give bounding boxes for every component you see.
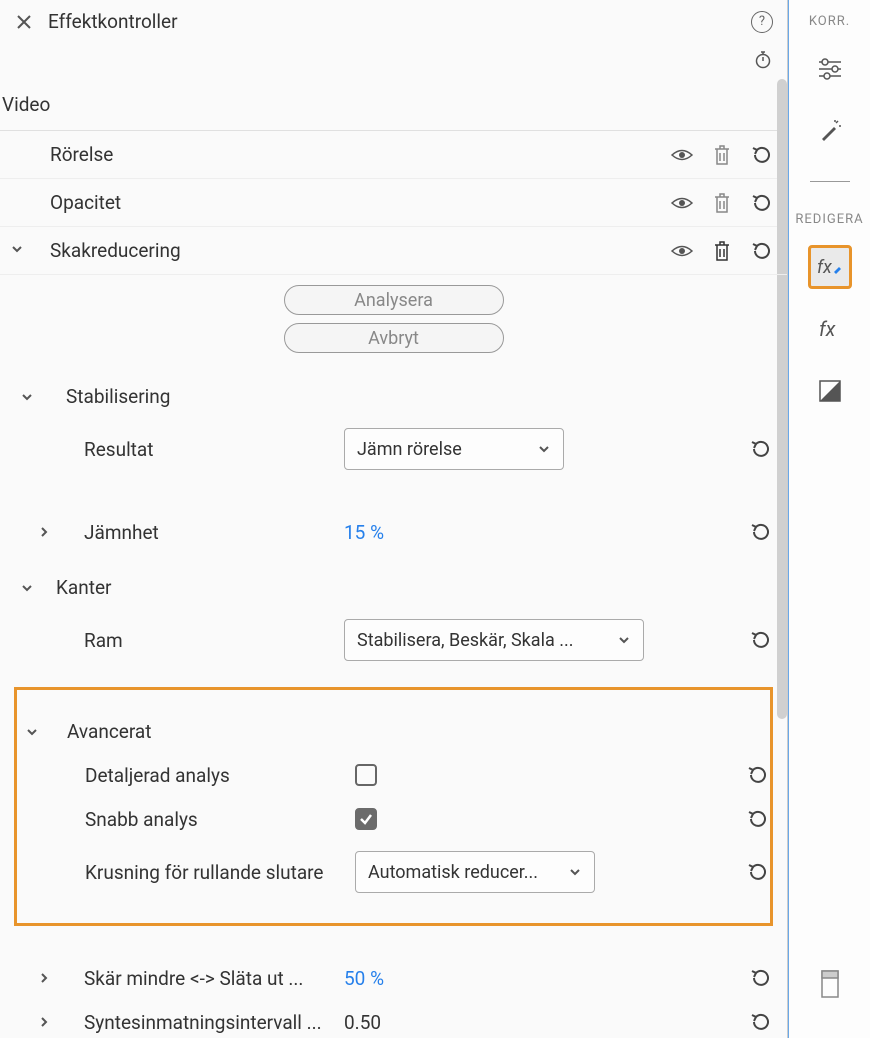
close-panel-button[interactable] xyxy=(14,12,34,32)
svg-text:fx: fx xyxy=(817,257,832,278)
sidebar-category-corrections: KORR. xyxy=(809,14,850,29)
reset-icon[interactable] xyxy=(749,437,773,461)
advanced-label: Avancerat xyxy=(67,720,756,743)
smoothness-label: Jämnhet xyxy=(84,521,344,544)
stopwatch-icon[interactable] xyxy=(753,49,773,69)
result-dropdown[interactable]: Jämn rörelse xyxy=(344,428,564,470)
advanced-highlight: Avancerat Detaljerad analys Snabb analys… xyxy=(14,687,773,926)
chevron-down-icon xyxy=(25,725,43,739)
advanced-group[interactable]: Avancerat xyxy=(17,710,770,753)
synth-label: Syntesinmatningsintervall ... xyxy=(84,1011,344,1034)
video-section-header: Video xyxy=(0,79,787,131)
reset-icon[interactable] xyxy=(746,807,770,831)
reset-icon[interactable] xyxy=(751,144,773,166)
frame-label: Ram xyxy=(84,629,344,652)
visibility-icon[interactable] xyxy=(671,240,693,262)
sliders-tool-icon[interactable] xyxy=(808,47,852,91)
crop-smooth-label: Skär mindre <-> Släta ut ... xyxy=(84,967,344,990)
effect-opacity-label: Opacitet xyxy=(50,191,671,214)
contrast-tool-icon[interactable] xyxy=(808,369,852,413)
svg-text:fx: fx xyxy=(819,317,836,341)
effect-shake-label: Skakreducering xyxy=(50,239,671,262)
reset-icon[interactable] xyxy=(751,192,773,214)
magic-wand-tool-icon[interactable] xyxy=(808,109,852,153)
frame-dropdown[interactable]: Stabilisera, Beskär, Skala ... xyxy=(344,619,644,661)
trash-icon[interactable] xyxy=(711,192,733,214)
fast-analysis-label: Snabb analys xyxy=(85,808,355,831)
chevron-down-icon xyxy=(20,581,38,595)
ripple-dropdown[interactable]: Automatisk reducer... xyxy=(355,851,595,893)
visibility-icon[interactable] xyxy=(671,144,693,166)
sidebar-divider xyxy=(810,181,850,182)
cancel-button[interactable]: Avbryt xyxy=(284,323,504,353)
analyze-button[interactable]: Analysera xyxy=(284,285,504,315)
reset-icon[interactable] xyxy=(749,628,773,652)
chevron-down-icon xyxy=(568,865,582,879)
effect-opacity[interactable]: Opacitet xyxy=(0,179,787,227)
ripple-label: Krusning för rullande slutare xyxy=(85,861,355,884)
stabilization-label: Stabilisering xyxy=(66,385,773,408)
detailed-analysis-checkbox[interactable] xyxy=(355,764,377,786)
effect-motion-label: Rörelse xyxy=(50,143,671,166)
sidebar-category-edit: REDIGERA xyxy=(795,212,863,227)
reset-icon[interactable] xyxy=(749,520,773,544)
chevron-right-icon[interactable] xyxy=(38,526,54,538)
trash-icon[interactable] xyxy=(711,240,733,262)
panel-title: Effektkontroller xyxy=(48,10,751,33)
edges-label: Kanter xyxy=(56,576,773,599)
fx-edit-tool-icon[interactable]: fx xyxy=(808,245,852,289)
help-button[interactable]: ? xyxy=(751,11,773,33)
effect-motion[interactable]: Rörelse xyxy=(0,131,787,179)
fast-analysis-checkbox[interactable] xyxy=(355,808,377,830)
frame-value: Stabilisera, Beskär, Skala ... xyxy=(357,630,573,651)
panel-dock-icon[interactable] xyxy=(808,962,852,1006)
reset-icon[interactable] xyxy=(749,966,773,990)
smoothness-value[interactable]: 15 % xyxy=(344,521,384,544)
synth-value[interactable]: 0.50 xyxy=(344,1011,381,1034)
chevron-right-icon[interactable] xyxy=(38,972,54,984)
stabilization-group[interactable]: Stabilisering xyxy=(0,375,787,418)
reset-icon[interactable] xyxy=(746,860,770,884)
reset-icon[interactable] xyxy=(746,763,770,787)
result-label: Resultat xyxy=(84,438,344,461)
detailed-analysis-label: Detaljerad analys xyxy=(85,764,355,787)
reset-icon[interactable] xyxy=(751,240,773,262)
crop-smooth-value[interactable]: 50 % xyxy=(344,967,384,990)
effect-shake-reduction[interactable]: Skakreducering xyxy=(0,227,787,275)
reset-icon[interactable] xyxy=(749,1010,773,1034)
chevron-down-icon xyxy=(20,390,38,404)
chevron-down-icon xyxy=(10,242,28,260)
trash-icon[interactable] xyxy=(711,144,733,166)
result-value: Jämn rörelse xyxy=(357,439,462,460)
fx-tool-icon[interactable]: fx xyxy=(808,307,852,351)
chevron-down-icon xyxy=(537,442,551,456)
chevron-right-icon[interactable] xyxy=(38,1016,54,1028)
chevron-down-icon xyxy=(617,633,631,647)
edges-group[interactable]: Kanter xyxy=(0,566,787,609)
visibility-icon[interactable] xyxy=(671,192,693,214)
ripple-value: Automatisk reducer... xyxy=(368,862,538,883)
